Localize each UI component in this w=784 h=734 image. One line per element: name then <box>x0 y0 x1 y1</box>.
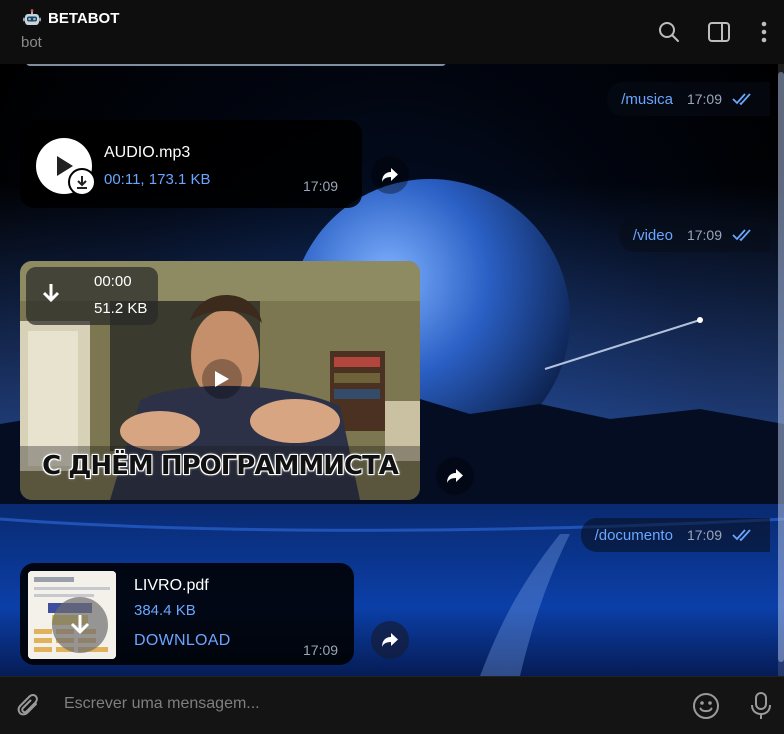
download-icon <box>77 176 87 189</box>
double-check-icon <box>732 529 751 542</box>
audio-message[interactable]: AUDIO.mp3 00:11, 173.1 KB 17:09 <box>20 120 362 208</box>
chat-title-row[interactable]: BETABOT <box>22 8 119 28</box>
sidebar-toggle-icon <box>708 22 730 42</box>
document-file-size: 384.4 KB <box>134 602 196 619</box>
pdf-thumbnail[interactable] <box>28 571 116 659</box>
message-time: 17:09 <box>303 642 339 658</box>
sidebar-toggle-button[interactable] <box>694 14 744 50</box>
video-size: 51.2 KB <box>94 300 148 317</box>
emoji-button[interactable] <box>690 690 722 722</box>
attach-button[interactable] <box>14 691 44 721</box>
double-check-icon <box>732 229 751 242</box>
outgoing-message[interactable]: /video 17:09 <box>618 218 770 252</box>
message-time: 17:09 <box>686 527 722 543</box>
emoji-icon <box>693 693 719 719</box>
previous-message-edge <box>26 64 446 66</box>
video-message[interactable]: С ДНЁМ ПРОГРАММИСТА 00:00 51.2 KB <box>20 261 420 500</box>
scrollbar-thumb[interactable] <box>778 72 784 662</box>
more-button[interactable] <box>744 14 784 50</box>
message-time: 17:09 <box>303 178 339 194</box>
forward-button[interactable] <box>371 156 409 194</box>
forward-button[interactable] <box>436 457 474 495</box>
forward-button[interactable] <box>371 621 409 659</box>
download-icon[interactable] <box>42 283 60 305</box>
document-message[interactable]: LIVRO.pdf 384.4 KB DOWNLOAD 17:09 <box>20 563 354 665</box>
outgoing-message[interactable]: /musica 17:09 <box>607 82 770 116</box>
pdf-download-button[interactable] <box>52 597 108 653</box>
video-play-button[interactable] <box>202 359 242 399</box>
message-composer: Escrever uma mensagem... <box>0 676 784 734</box>
chat-title: BETABOT <box>48 9 120 27</box>
message-input[interactable]: Escrever uma mensagem... <box>64 695 260 713</box>
video-caption: С ДНЁМ ПРОГРАММИСТА <box>42 451 399 481</box>
play-icon <box>215 371 229 387</box>
forward-icon <box>382 633 398 647</box>
video-info-overlay: 00:00 51.2 KB <box>26 267 158 325</box>
forward-icon <box>382 168 398 182</box>
audio-file-meta: 00:11, 173.1 KB <box>104 171 211 188</box>
double-check-icon <box>732 93 751 106</box>
message-time: 17:09 <box>686 91 722 107</box>
robot-icon <box>23 9 41 25</box>
message-time: 17:09 <box>686 227 722 243</box>
download-icon <box>70 615 90 635</box>
microphone-icon <box>751 692 771 719</box>
more-vertical-icon <box>761 21 767 43</box>
audio-file-name: AUDIO.mp3 <box>104 144 191 161</box>
video-duration: 00:00 <box>94 273 132 290</box>
command-text: /video <box>632 226 673 244</box>
command-text: /documento <box>594 526 673 544</box>
document-file-name: LIVRO.pdf <box>134 577 209 594</box>
outgoing-message[interactable]: /documento 17:09 <box>580 518 770 552</box>
download-badge[interactable] <box>68 168 96 196</box>
message-list[interactable]: /musica 17:09 AUDIO.mp3 00:11, 173.1 KB … <box>0 64 784 676</box>
forward-icon <box>447 469 463 483</box>
chat-status: bot <box>21 34 42 51</box>
command-text: /musica <box>621 90 673 108</box>
chat-header: BETABOT bot <box>0 0 784 64</box>
download-link[interactable]: DOWNLOAD <box>134 632 231 650</box>
search-icon <box>659 22 679 42</box>
search-button[interactable] <box>644 14 694 50</box>
microphone-button[interactable] <box>746 689 776 723</box>
attach-icon <box>17 694 38 716</box>
